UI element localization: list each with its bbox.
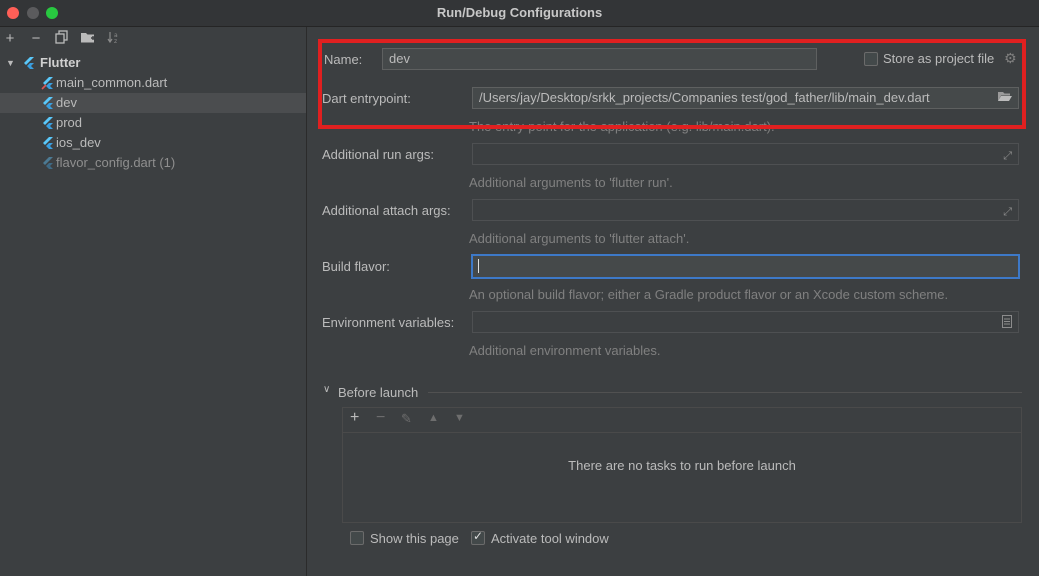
run-args-input[interactable]: ⤢ [472,143,1019,165]
before-launch-title[interactable]: Before launch [338,385,418,400]
run-args-hint: Additional arguments to 'flutter run'. [469,175,673,190]
tree-item-dev[interactable]: dev [0,93,306,113]
tree-item-flavor-config[interactable]: flavor_config.dart (1) [0,153,306,173]
tree-item-label: prod [56,115,83,130]
tree-item-main-common[interactable]: main_common.dart [0,73,306,93]
text-caret [478,259,479,273]
tree-group-label: Flutter [40,55,81,70]
env-vars-hint: Additional environment variables. [469,343,661,358]
attach-args-label: Additional attach args: [322,203,451,218]
title-bar: Run/Debug Configurations [0,0,1039,27]
gear-icon[interactable]: ⚙ [1004,50,1017,67]
tree-item-label: ios_dev [56,135,101,150]
sidebar-toolbar: + − az [0,27,306,53]
attach-args-input[interactable]: ⤢ [472,199,1019,221]
flutter-icon [24,57,34,69]
edit-task-icon[interactable]: ✎ [401,411,412,427]
tree-item-label: dev [56,95,77,110]
activate-tool-window-label: Activate tool window [491,531,609,546]
sort-icon[interactable]: az [105,30,123,48]
build-flavor-hint: An optional build flavor; either a Gradl… [469,287,949,302]
document-icon[interactable] [1002,315,1012,335]
flutter-icon [43,117,53,129]
tasks-toolbar: + − ✎ ▲ ▼ [343,408,1021,433]
no-tasks-message: There are no tasks to run before launch [568,458,796,473]
tree-item-label: flavor_config.dart (1) [56,155,176,170]
store-as-project-file-label: Store as project file [883,51,995,66]
show-this-page-label: Show this page [370,531,459,546]
tree-item-prod[interactable]: prod [0,113,306,133]
env-vars-label: Environment variables: [322,315,455,330]
add-task-icon[interactable]: + [350,409,359,427]
build-flavor-label: Build flavor: [322,259,390,274]
tree-group-flutter[interactable]: ▼ Flutter [0,53,306,73]
attach-args-hint: Additional arguments to 'flutter attach'… [469,231,690,246]
dart-entrypoint-hint: The entry-point for the application (e.g… [469,119,775,134]
store-as-project-file-checkbox[interactable] [864,52,878,66]
tree-item-ios-dev[interactable]: ios_dev [0,133,306,153]
expand-icon[interactable]: ⤢ [1003,146,1012,166]
flutter-icon [43,97,53,109]
move-down-icon[interactable]: ▼ [454,412,465,424]
remove-icon[interactable]: − [27,30,45,48]
show-this-page-checkbox[interactable] [350,531,364,545]
name-label: Name: [324,52,363,67]
expand-icon[interactable]: ⤢ [1003,202,1012,222]
add-icon[interactable]: + [1,30,19,48]
before-launch-tasks-panel: + − ✎ ▲ ▼ There are no tasks to run befo… [342,407,1022,523]
section-divider [428,392,1022,393]
flutter-config-error-icon [41,77,53,90]
flutter-icon [43,137,53,149]
dart-entrypoint-value: /Users/jay/Desktop/srkk_projects/Compani… [479,90,930,105]
window-title: Run/Debug Configurations [436,5,603,20]
activate-tool-window-checkbox[interactable]: ✓ [471,529,485,545]
move-up-icon[interactable]: ▲ [428,412,439,424]
dart-entrypoint-label: Dart entrypoint: [322,91,411,106]
chevron-down-icon[interactable]: ▼ [6,53,15,73]
copy-icon[interactable] [53,30,71,48]
folder-open-icon[interactable] [997,89,1013,109]
checkmark-icon: ✓ [473,529,484,543]
run-args-label: Additional run args: [322,147,435,162]
svg-text:z: z [114,38,117,44]
configurations-sidebar: + − az ▼ Flutter main_common.dart dev pr… [0,27,307,576]
build-flavor-input[interactable] [471,254,1020,279]
name-input-value: dev [389,51,410,66]
tree-item-label: main_common.dart [56,75,168,90]
dart-entrypoint-input[interactable]: /Users/jay/Desktop/srkk_projects/Compani… [472,87,1019,109]
chevron-down-icon[interactable]: ∨ [323,384,330,395]
folder-add-icon[interactable] [79,30,97,48]
remove-task-icon[interactable]: − [376,409,385,427]
flutter-config-temporary-icon [43,157,53,169]
name-input[interactable]: dev [382,48,817,70]
env-vars-input[interactable] [472,311,1019,333]
